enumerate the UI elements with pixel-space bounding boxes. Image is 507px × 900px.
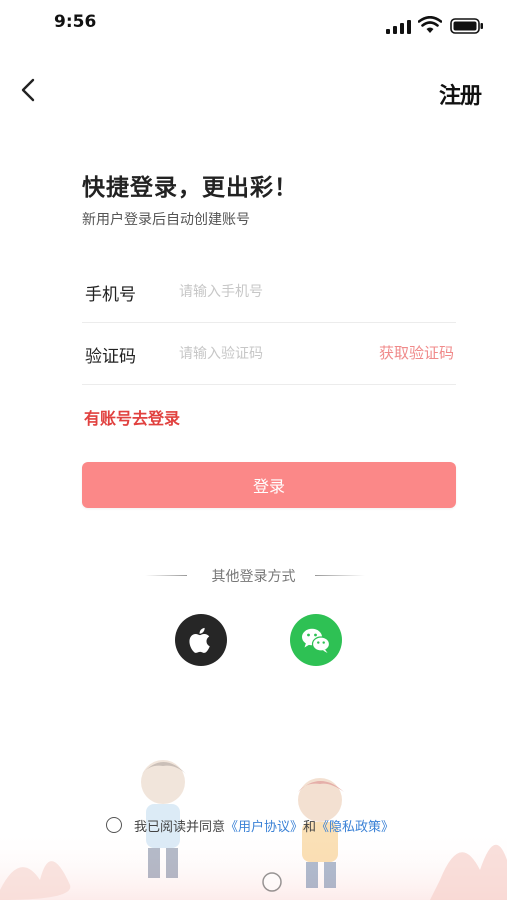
signal-icon <box>386 20 411 34</box>
apple-login-button[interactable] <box>175 614 227 666</box>
code-row: 验证码 获取验证码 <box>82 324 456 385</box>
has-account-login-link[interactable]: 有账号去登录 <box>84 405 180 429</box>
back-arrow-icon[interactable] <box>14 74 44 106</box>
agreement-text: 我已阅读并同意《用户协议》和《隐私政策》 <box>134 816 394 835</box>
other-login-divider: 其他登录方式 <box>0 563 507 587</box>
status-bar: 9:56 <box>0 0 507 48</box>
wechat-login-button[interactable] <box>290 614 342 666</box>
page-subtitle: 新用户登录后自动创建账号 <box>82 212 250 228</box>
phone-input[interactable] <box>177 276 361 308</box>
verification-code-input[interactable] <box>177 338 361 370</box>
other-login-label: 其他登录方式 <box>211 569 296 585</box>
wifi-icon <box>418 16 442 33</box>
apple-icon <box>189 627 210 653</box>
status-time: 9:56 <box>54 12 97 32</box>
phone-row: 手机号 <box>82 262 456 323</box>
background-illustration <box>0 760 507 900</box>
user-agreement-link[interactable]: 《用户协议》 <box>225 820 303 835</box>
code-label: 验证码 <box>85 347 136 367</box>
battery-icon <box>450 18 483 34</box>
wechat-icon <box>302 628 331 653</box>
page-title: 快捷登录，更出彩！ <box>82 175 298 201</box>
divider-line-right <box>315 575 365 576</box>
get-code-button[interactable]: 获取验证码 <box>379 342 454 363</box>
agreement-prefix: 我已阅读并同意 <box>134 820 226 835</box>
agreement-checkbox[interactable] <box>106 817 122 833</box>
register-link[interactable]: 注册 <box>439 78 482 110</box>
phone-label: 手机号 <box>85 285 136 305</box>
privacy-policy-link[interactable]: 《隐私政策》 <box>316 820 394 835</box>
agreement-and: 和 <box>303 820 317 835</box>
login-button[interactable]: 登录 <box>82 462 456 508</box>
